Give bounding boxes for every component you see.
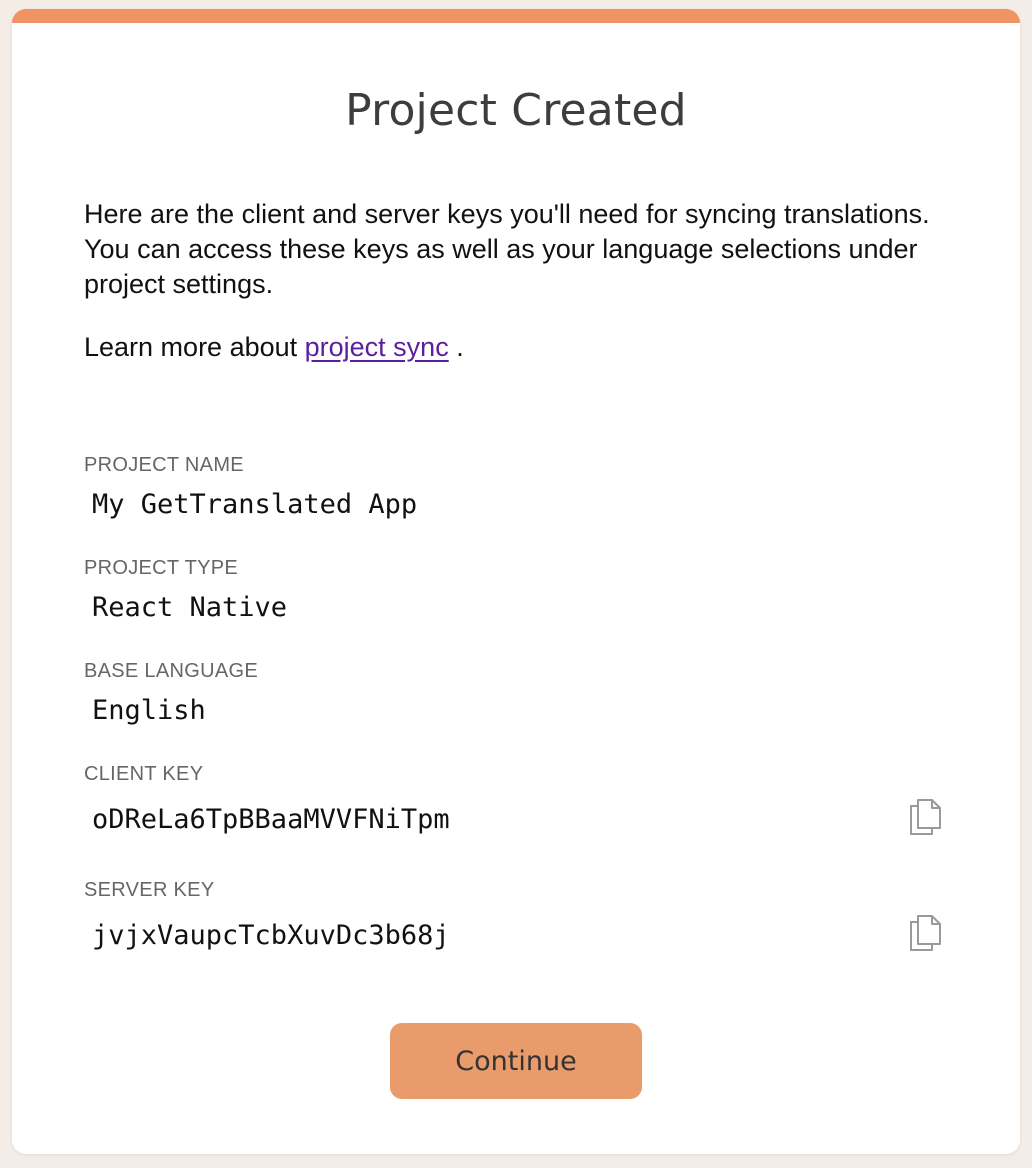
learn-more-prefix: Learn more about	[84, 332, 305, 362]
server-key-label: SERVER KEY	[84, 879, 215, 901]
copy-client-key-button[interactable]	[908, 798, 942, 836]
base-language-label: BASE LANGUAGE	[84, 660, 258, 682]
base-language-value: English	[92, 695, 206, 726]
client-key-value: oDReLa6TpBBaaMVVFNiTpm	[92, 804, 450, 835]
copy-server-key-button[interactable]	[908, 914, 942, 952]
client-key-label: CLIENT KEY	[84, 763, 204, 785]
project-name-label: PROJECT NAME	[84, 454, 244, 476]
project-sync-link[interactable]: project sync	[305, 332, 449, 362]
learn-more-suffix: .	[448, 332, 464, 362]
project-type-value: React Native	[92, 592, 288, 623]
project-name-value: My GetTranslated App	[92, 489, 418, 520]
copy-icon	[910, 799, 941, 835]
dialog-title: Project Created	[345, 85, 687, 136]
continue-button[interactable]: Continue	[390, 1023, 642, 1099]
intro-text: Here are the client and server keys you'…	[84, 199, 930, 299]
copy-icon	[910, 915, 941, 951]
project-type-label: PROJECT TYPE	[84, 557, 239, 579]
server-key-value: jvjxVaupcTcbXuvDc3b68j	[92, 920, 450, 951]
learn-more-text: Learn more about project sync .	[84, 330, 464, 365]
project-created-dialog: Project Created Here are the client and …	[12, 9, 1020, 1154]
accent-top-bar	[12, 9, 1020, 23]
